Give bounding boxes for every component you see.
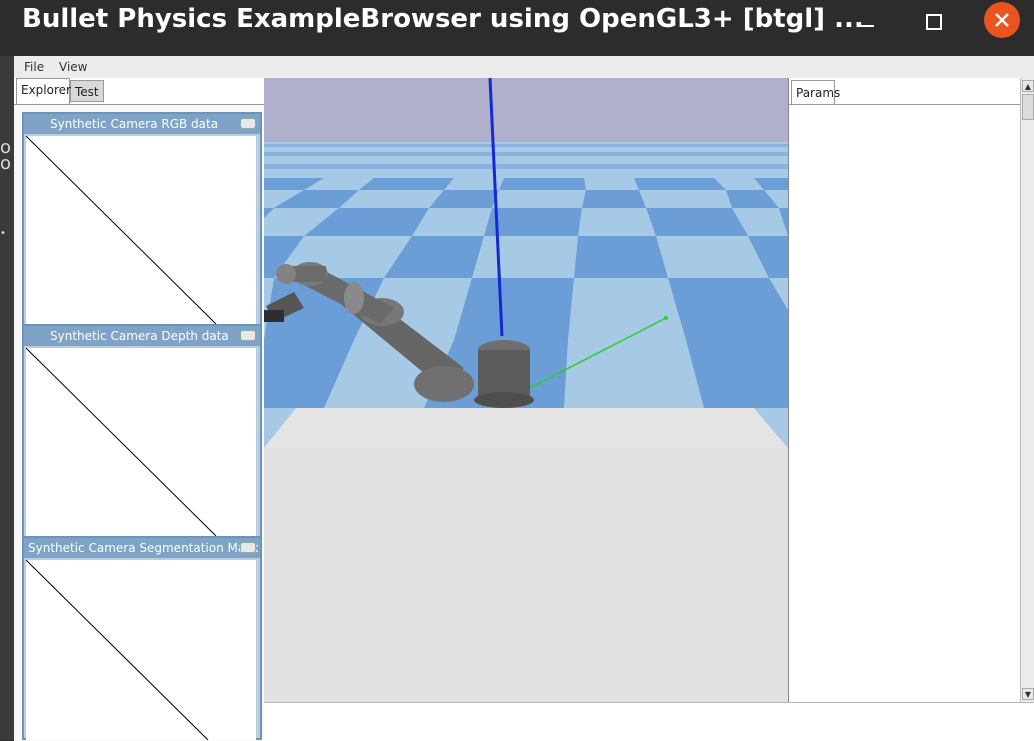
3d-viewport[interactable] xyxy=(264,78,788,702)
empty-image-placeholder-icon xyxy=(26,136,217,324)
empty-image-placeholder-icon xyxy=(26,560,209,740)
close-icon xyxy=(995,13,1009,27)
camera-image-segmentation xyxy=(26,560,256,740)
status-area xyxy=(264,702,1034,741)
window-title-bar[interactable]: Bullet Physics ExampleBrowser using Open… xyxy=(0,0,1034,56)
desktop-glyph: o xyxy=(0,153,12,174)
tab-explorer[interactable]: Explorer xyxy=(16,78,71,104)
minimize-button[interactable] xyxy=(848,4,884,40)
params-body xyxy=(789,104,1021,703)
scene-svg xyxy=(264,78,788,702)
scroll-thumb[interactable] xyxy=(1022,94,1034,120)
minimize-icon xyxy=(858,25,874,27)
camera-image-depth xyxy=(26,348,256,536)
close-button[interactable] xyxy=(984,2,1020,38)
empty-image-placeholder-icon xyxy=(26,348,217,536)
camera-panel-segmentation[interactable]: Synthetic Camera Segmentation Mask xyxy=(22,536,262,740)
camera-panel-depth[interactable]: Synthetic Camera Depth data xyxy=(22,324,262,538)
menu-file[interactable]: File xyxy=(24,60,44,74)
axis-y-endpoint xyxy=(664,316,668,320)
camera-image-rgb xyxy=(26,136,256,324)
desktop-dot: • xyxy=(0,228,6,239)
tab-params[interactable]: Params xyxy=(791,80,840,104)
camera-panel-rgb[interactable]: Synthetic Camera RGB data xyxy=(22,112,262,326)
menu-view[interactable]: View xyxy=(59,60,87,74)
camera-panel-title: Synthetic Camera RGB data xyxy=(24,114,260,134)
maximize-icon xyxy=(926,14,942,30)
menu-bar: File View xyxy=(14,56,1034,79)
camera-panel-minimize-button[interactable] xyxy=(240,118,256,129)
desktop-left-strip: o o • xyxy=(0,0,14,740)
window-title: Bullet Physics ExampleBrowser using Open… xyxy=(22,4,864,34)
camera-panel-title: Synthetic Camera Segmentation Mask xyxy=(24,538,260,558)
camera-panel-minimize-button[interactable] xyxy=(240,330,256,341)
scroll-up-button[interactable]: ▲ xyxy=(1022,80,1034,92)
camera-panel-title: Synthetic Camera Depth data xyxy=(24,326,260,346)
app-client-area: File View Test Explorer Params ▲ ▼ Synth… xyxy=(14,56,1034,741)
tab-test[interactable]: Test xyxy=(70,80,104,102)
table-front xyxy=(264,448,788,702)
scroll-down-button[interactable]: ▼ xyxy=(1022,688,1034,700)
maximize-button[interactable] xyxy=(916,4,952,40)
sky xyxy=(264,78,788,142)
camera-panel-minimize-button[interactable] xyxy=(240,542,256,553)
params-scrollbar[interactable]: ▲ ▼ xyxy=(1020,78,1034,702)
params-panel: Params xyxy=(788,78,1021,702)
